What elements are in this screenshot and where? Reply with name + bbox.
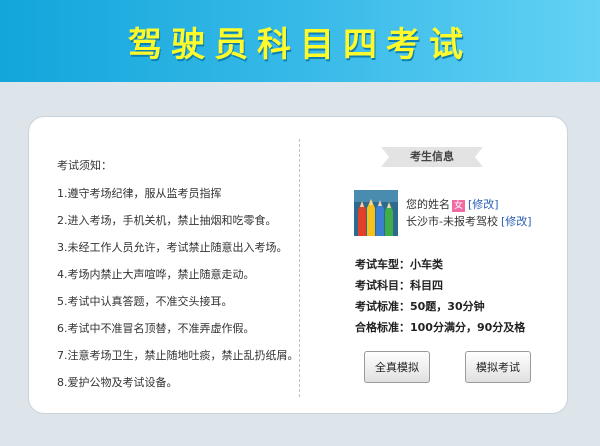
- rule-item: 2.进入考场，手机关机，禁止抽烟和吃零食。: [57, 214, 277, 227]
- colored-pencils-icon: [354, 190, 398, 236]
- exam-vehicle-type: 考试车型：小车类: [355, 258, 443, 271]
- rule-item: 8.爱护公物及考试设备。: [57, 376, 178, 389]
- candidate-school-row: 长沙市-未报考驾校 [修改]: [406, 213, 532, 229]
- divider: [299, 139, 300, 397]
- candidate-school: 长沙市-未报考驾校: [406, 215, 498, 228]
- edit-name-link[interactable]: [修改]: [468, 198, 499, 211]
- full-simulation-button[interactable]: 全真模拟: [364, 351, 430, 383]
- exam-subject: 考试科目：科目四: [355, 279, 443, 292]
- rule-item: 4.考场内禁止大声喧哗，禁止随意走动。: [57, 268, 255, 281]
- gender-badge: 女: [452, 200, 466, 212]
- candidate-name: 您的姓名: [406, 198, 450, 211]
- candidate-info-header: 考生信息: [381, 147, 483, 167]
- mock-exam-button[interactable]: 模拟考试: [465, 351, 531, 383]
- edit-school-link[interactable]: [修改]: [501, 215, 532, 228]
- exam-standard: 考试标准：50题，30分钟: [355, 300, 485, 313]
- avatar: [354, 190, 398, 236]
- header-banner: 驾驶员科目四考试: [0, 0, 600, 82]
- pass-standard: 合格标准：100分满分，90分及格: [355, 321, 526, 334]
- candidate-name-row: 您的姓名女 [修改]: [406, 196, 499, 212]
- rule-item: 7.注意考场卫生，禁止随地吐痰，禁止乱扔纸屑。: [57, 349, 299, 362]
- rules-heading: 考试须知：: [57, 159, 112, 172]
- main-panel: 考试须知： 1.遵守考场纪律，服从监考员指挥 2.进入考场，手机关机，禁止抽烟和…: [28, 116, 568, 414]
- rule-item: 6.考试中不准冒名顶替，不准弄虚作假。: [57, 322, 255, 335]
- rule-item: 1.遵守考场纪律，服从监考员指挥: [57, 187, 222, 200]
- page-title: 驾驶员科目四考试: [128, 24, 472, 65]
- rule-item: 5.考试中认真答题，不准交头接耳。: [57, 295, 233, 308]
- exam-rules: 考试须知： 1.遵守考场纪律，服从监考员指挥 2.进入考场，手机关机，禁止抽烟和…: [57, 157, 299, 403]
- exam-details: 考试车型：小车类 考试科目：科目四 考试标准：50题，30分钟 合格标准：100…: [355, 256, 525, 340]
- rule-item: 3.未经工作人员允许，考试禁止随意出入考场。: [57, 241, 288, 254]
